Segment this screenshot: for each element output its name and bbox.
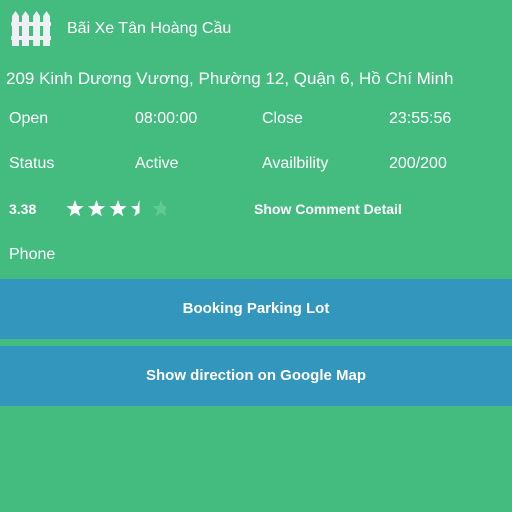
parking-lot-address: 209 Kinh Dương Vương, Phường 12, Quận 6,… <box>6 69 454 88</box>
parking-lot-name: Bãi Xe Tân Hoàng Cầu <box>67 20 232 37</box>
close-time: 23:55:56 <box>389 110 452 127</box>
open-label: Open <box>9 110 49 127</box>
star-icon <box>109 200 127 217</box>
phone-label: Phone <box>9 246 56 263</box>
open-time: 08:00:00 <box>135 110 198 127</box>
star-icon <box>66 200 84 217</box>
rating-stars <box>66 200 166 217</box>
fence-icon <box>11 11 51 46</box>
booking-parking-lot-button[interactable]: Booking Parking Lot <box>0 279 512 339</box>
availability-value: 200/200 <box>389 155 447 172</box>
close-label: Close <box>262 110 303 127</box>
star-icon <box>130 200 149 217</box>
status-label: Status <box>9 155 55 172</box>
status-value: Active <box>135 155 179 172</box>
star-icon <box>87 200 106 217</box>
star-icon <box>152 200 166 217</box>
show-comment-detail-link[interactable]: Show Comment Detail <box>254 200 402 218</box>
show-direction-button[interactable]: Show direction on Google Map <box>0 346 512 406</box>
rating-value: 3.38 <box>9 201 37 217</box>
header: Bãi Xe Tân Hoàng Cầu <box>0 0 512 58</box>
parking-lot-detail-screen: Bãi Xe Tân Hoàng Cầu 209 Kinh Dương Vươn… <box>0 0 512 512</box>
availability-label: Availbility <box>262 155 329 172</box>
